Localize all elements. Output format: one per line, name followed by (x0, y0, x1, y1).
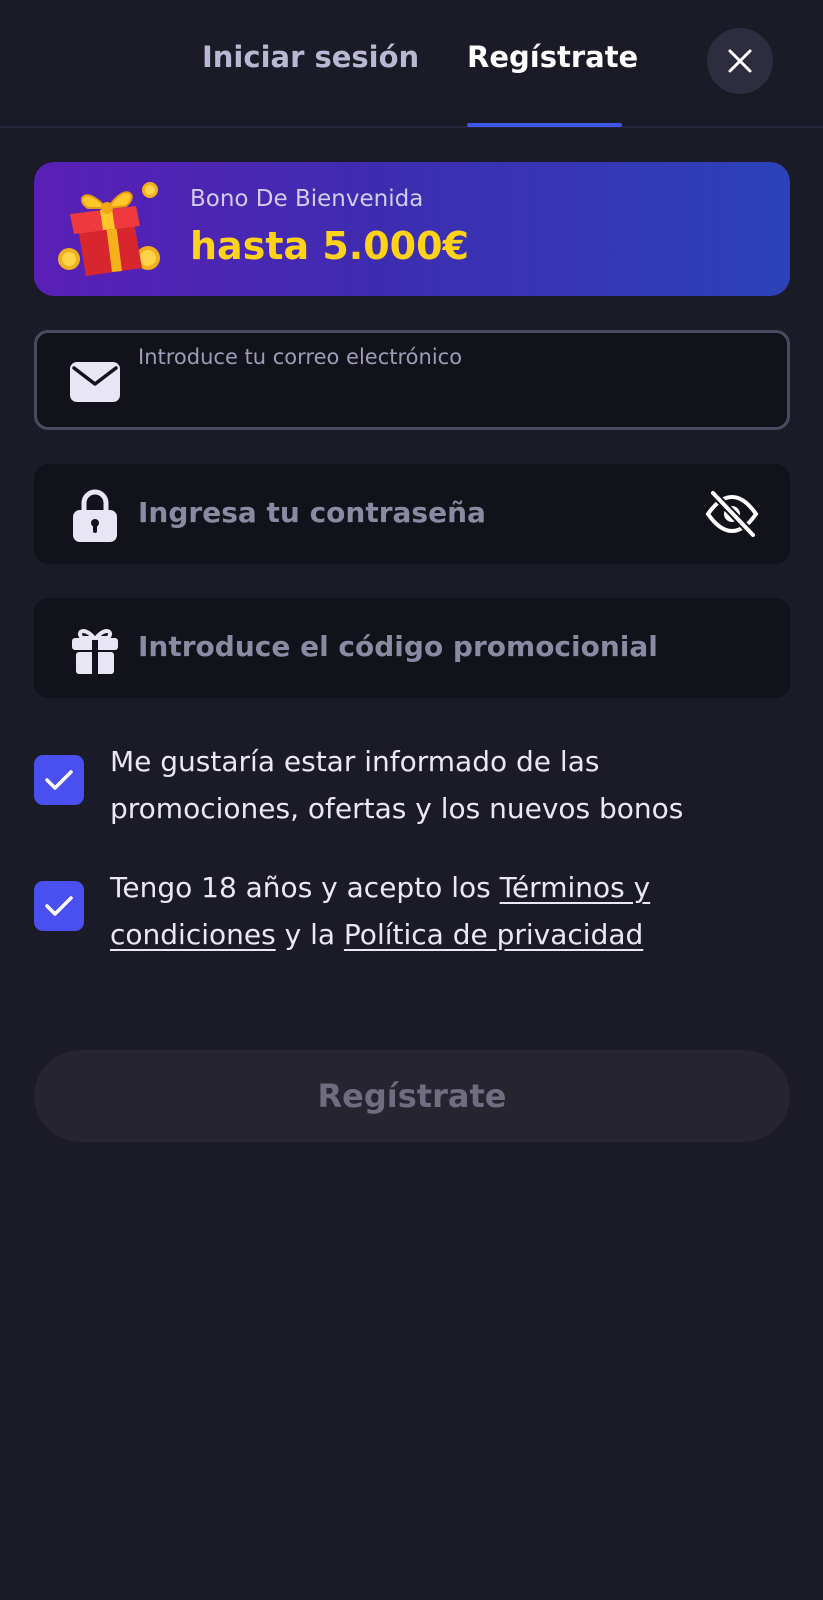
terms-checkbox[interactable] (34, 881, 84, 931)
email-field[interactable]: Introduce tu correo electrónico (34, 330, 790, 430)
welcome-bonus-banner: Bono De Bienvenida hasta 5.000€ (34, 162, 790, 296)
lock-icon (70, 489, 120, 542)
password-placeholder[interactable]: Ingresa tu contraseña (138, 496, 486, 529)
active-tab-indicator (467, 123, 622, 127)
mail-icon (70, 357, 120, 407)
bonus-amount: hasta 5.000€ (190, 224, 469, 268)
promo-code-placeholder[interactable]: Introduce el código promocionial (138, 630, 658, 663)
tab-login[interactable]: Iniciar sesión (202, 40, 419, 74)
tab-register[interactable]: Regístrate (467, 40, 638, 74)
register-submit-button[interactable]: Regístrate (34, 1050, 790, 1142)
password-visibility-toggle[interactable] (704, 486, 760, 542)
promo-code-field[interactable]: Introduce el código promocionial (34, 598, 790, 698)
password-field[interactable]: Ingresa tu contraseña (34, 464, 790, 564)
email-input[interactable] (138, 383, 742, 415)
gift-icon (70, 624, 120, 674)
gift-icon (58, 182, 160, 276)
email-label: Introduce tu correo electrónico (138, 345, 463, 369)
newsletter-consent-text: Me gustaría estar informado de las promo… (110, 745, 684, 825)
terms-text-middle: y la (275, 918, 344, 951)
register-modal: Iniciar sesión Regístrate Bono De Bienve… (0, 0, 823, 1600)
checkmark-icon (45, 896, 73, 916)
terms-text-before: Tengo 18 años y acepto los (110, 871, 500, 904)
eye-off-icon (705, 490, 759, 538)
privacy-policy-link[interactable]: Política de privacidad (344, 918, 643, 951)
header-tabs: Iniciar sesión Regístrate (0, 0, 823, 128)
terms-consent-text: Tengo 18 años y acepto los Términos y co… (110, 864, 770, 958)
close-button[interactable] (707, 28, 773, 94)
checkmark-icon (45, 770, 73, 790)
newsletter-checkbox[interactable] (34, 755, 84, 805)
close-icon (728, 49, 752, 73)
bonus-label: Bono De Bienvenida (190, 186, 424, 212)
